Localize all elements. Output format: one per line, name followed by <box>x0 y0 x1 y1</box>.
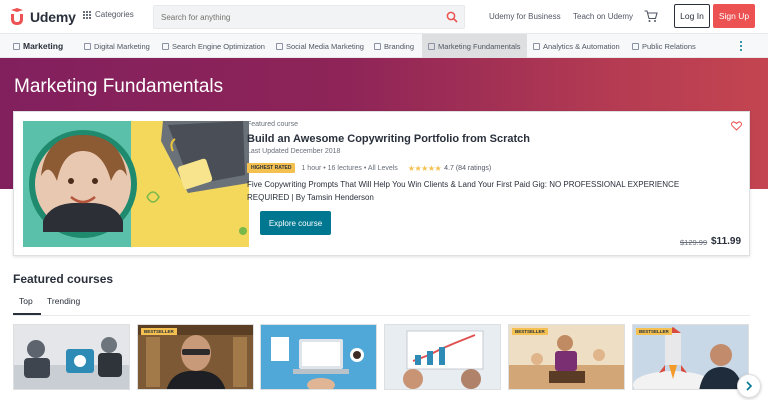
page-title: Marketing Fundamentals <box>14 76 224 97</box>
bestseller-badge: BESTSELLER <box>636 328 672 335</box>
subnav-item-public-relations[interactable]: Public Relations <box>632 34 696 58</box>
category-subnav: Marketing Digital Marketing Search Engin… <box>0 34 768 58</box>
subnav-item-branding[interactable]: Branding <box>374 34 414 58</box>
featured-label: Featured course <box>247 121 298 128</box>
course-thumbnail[interactable] <box>384 324 501 390</box>
signup-button[interactable]: Sign Up <box>713 4 755 28</box>
public-relations-icon <box>632 42 639 50</box>
course-thumbnail[interactable]: BESTSELLER <box>137 324 254 390</box>
categories-label: Categories <box>95 10 134 19</box>
featured-course-title[interactable]: Build an Awesome Copywriting Portfolio f… <box>247 133 530 145</box>
course-thumbnail[interactable]: BESTSELLER <box>632 324 749 390</box>
search-icon[interactable] <box>446 11 458 23</box>
subnav-label: Digital Marketing <box>94 41 150 51</box>
subnav-item-analytics[interactable]: Analytics & Automation <box>533 34 620 58</box>
subnav-item-marketing-fundamentals[interactable]: Marketing Fundamentals <box>422 34 527 58</box>
search-bar <box>153 5 465 29</box>
featured-courses-heading: Featured courses <box>13 272 114 286</box>
rating-stars-icon: ★★★★★ <box>407 163 442 173</box>
featured-course-image <box>23 121 249 247</box>
explore-course-button[interactable]: Explore course <box>260 211 331 235</box>
active-tab-indicator <box>13 313 41 315</box>
marketing-icon <box>13 42 20 50</box>
subnav-label: Branding <box>384 41 415 51</box>
subnav-item-marketing[interactable]: Marketing <box>13 34 63 58</box>
original-price: $129.99 <box>680 238 708 247</box>
brand-name: Udemy <box>30 9 76 25</box>
course-meta: 1 hour • 16 lectures • All Levels <box>301 164 398 172</box>
featured-last-updated: Last Updated December 2018 <box>247 148 341 155</box>
course-thumbnail[interactable] <box>13 324 130 390</box>
tabs-divider <box>13 315 750 316</box>
discount-price: $11.99 <box>711 236 742 247</box>
udemy-logo[interactable]: Udemy <box>8 8 76 26</box>
subnav-label: Search Engine Optimization <box>172 41 265 51</box>
carousel-next-button[interactable] <box>737 374 761 398</box>
subnav-item-digital-marketing[interactable]: Digital Marketing <box>84 34 150 58</box>
bestseller-badge: BESTSELLER <box>141 328 177 335</box>
grid-icon <box>83 10 91 19</box>
seo-icon <box>162 42 169 50</box>
marketing-fundamentals-icon <box>428 42 435 50</box>
featured-meta-row: HIGHEST RATED 1 hour • 16 lectures • All… <box>247 163 491 173</box>
course-thumbnail[interactable]: BESTSELLER <box>508 324 625 390</box>
digital-marketing-icon <box>84 42 91 50</box>
branding-icon <box>374 42 381 50</box>
rating-value: 4.7 (84 ratings) <box>444 164 492 172</box>
login-button[interactable]: Log In <box>674 4 710 28</box>
featured-description: Five Copywriting Prompts That Will Help … <box>247 180 680 202</box>
subnav-label: Analytics & Automation <box>543 41 620 51</box>
subnav-label: Public Relations <box>642 41 696 51</box>
udemy-logo-icon <box>11 8 23 25</box>
subnav-label: Marketing Fundamentals <box>438 41 521 51</box>
tab-trending[interactable]: Trending <box>47 296 80 306</box>
top-navigation-bar: Udemy Categories Udemy for Business Teac… <box>0 0 768 34</box>
subnav-label: Marketing <box>23 41 64 51</box>
bestseller-badge: BESTSELLER <box>512 328 548 335</box>
teach-on-udemy-link[interactable]: Teach on Udemy <box>573 12 633 21</box>
heart-icon[interactable] <box>731 121 742 131</box>
more-vertical-icon[interactable] <box>740 41 743 51</box>
udemy-for-business-link[interactable]: Udemy for Business <box>489 12 561 21</box>
tab-top[interactable]: Top <box>19 296 33 306</box>
analytics-icon <box>533 42 540 50</box>
cart-icon[interactable] <box>644 10 658 23</box>
social-media-icon <box>276 42 283 50</box>
subnav-item-seo[interactable]: Search Engine Optimization <box>162 34 265 58</box>
chevron-right-icon <box>746 381 753 391</box>
highest-rated-badge: HIGHEST RATED <box>247 163 296 173</box>
subnav-item-social-media[interactable]: Social Media Marketing <box>276 34 364 58</box>
categories-menu[interactable]: Categories <box>83 10 134 19</box>
course-thumbnail[interactable] <box>260 324 377 390</box>
subnav-label: Social Media Marketing <box>286 41 364 51</box>
search-input[interactable] <box>154 6 434 28</box>
